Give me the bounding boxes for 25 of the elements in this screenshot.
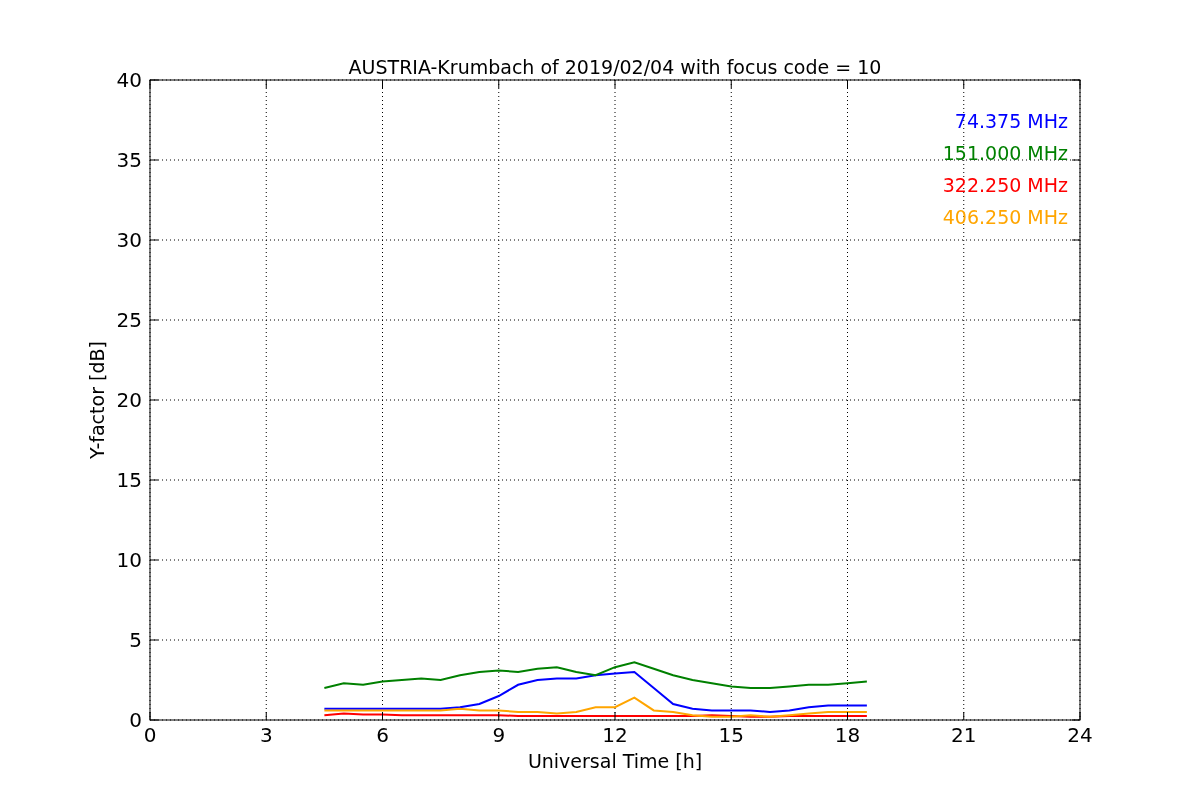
chart-title: AUSTRIA-Krumbach of 2019/02/04 with focus code = 10	[348, 56, 882, 78]
legend-label: 406.250 MHz	[942, 206, 1068, 228]
x-tick-label: 6	[376, 723, 389, 747]
y-tick-label: 20	[116, 388, 142, 412]
y-tick-label: 25	[116, 308, 142, 332]
y-tick-label: 15	[116, 468, 142, 492]
x-axis-label: Universal Time [h]	[527, 750, 703, 772]
legend-label: 74.375 MHz	[954, 110, 1068, 132]
x-tick-label: 12	[602, 723, 628, 747]
y-tick-label: 30	[116, 228, 142, 252]
legend-label: 322.250 MHz	[942, 174, 1068, 196]
y-tick-label: 40	[116, 68, 142, 92]
x-tick-label: 3	[259, 723, 273, 747]
legend-label: 151.000 MHz	[942, 142, 1068, 164]
x-tick-label: 0	[143, 723, 157, 747]
x-tick-label: 15	[718, 723, 744, 747]
y-tick-label: 0	[129, 708, 142, 732]
x-tick-label: 21	[951, 723, 977, 747]
x-tick-label: 18	[834, 723, 861, 747]
y-tick-label: 5	[129, 628, 142, 652]
x-tick-label: 24	[1067, 723, 1093, 747]
y-tick-label: 35	[116, 148, 142, 172]
x-tick-label: 9	[492, 723, 506, 747]
y-tick-label: 10	[116, 548, 142, 572]
y-axis-label: Y-factor [dB]	[86, 341, 108, 459]
